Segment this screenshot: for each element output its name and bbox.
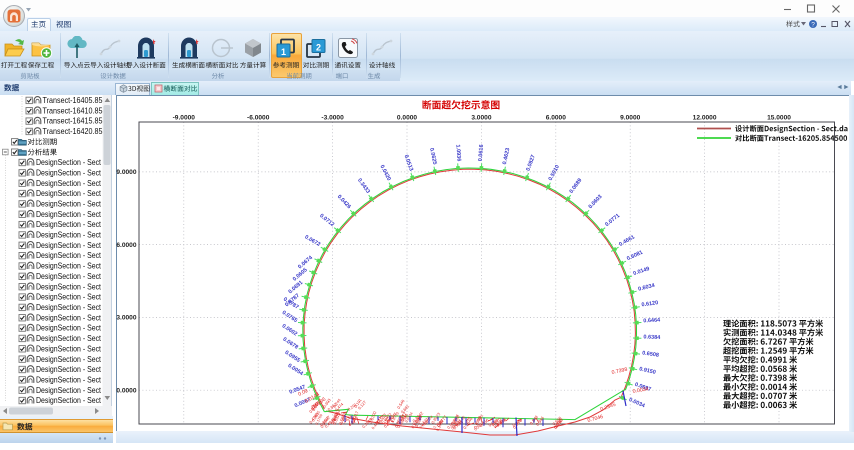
svg-text:?: ?: [811, 22, 815, 29]
